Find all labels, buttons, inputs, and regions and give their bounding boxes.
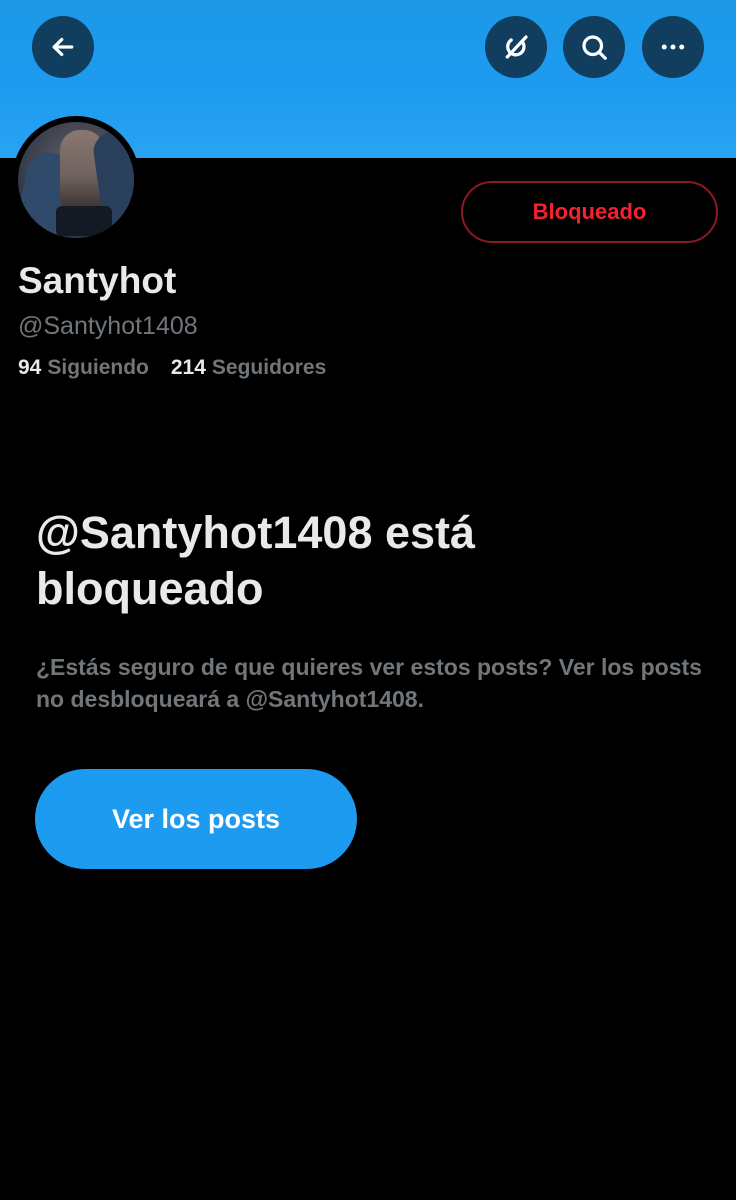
grok-button[interactable]	[485, 16, 547, 78]
search-button[interactable]	[563, 16, 625, 78]
display-name: Santyhot	[18, 260, 177, 301]
blocked-button[interactable]: Bloqueado	[461, 181, 718, 243]
more-horizontal-icon	[661, 44, 685, 50]
followers-label: Seguidores	[211, 356, 327, 379]
blocked-notice-description: ¿Estás seguro de que quieres ver estos p…	[36, 654, 702, 712]
avatar-image	[18, 122, 134, 238]
profile-stats: 94 Siguiendo 214 Seguidores	[18, 356, 326, 380]
back-button[interactable]	[32, 16, 94, 78]
profile-handle: @Santyhot1408	[18, 312, 198, 340]
search-icon	[582, 35, 607, 60]
grok-icon	[505, 35, 528, 59]
view-posts-button[interactable]: Ver los posts	[35, 769, 357, 869]
following-label: Siguiendo	[47, 356, 149, 379]
more-button[interactable]	[642, 16, 704, 78]
followers-link[interactable]: 214 Seguidores	[171, 356, 326, 380]
following-count: 94	[18, 356, 42, 379]
followers-count: 214	[170, 356, 206, 379]
following-link[interactable]: 94 Siguiendo	[18, 356, 149, 380]
arrow-left-icon	[52, 37, 74, 57]
blocked-notice-title: @Santyhot1408 está bloqueado	[36, 507, 476, 614]
avatar[interactable]	[12, 116, 140, 244]
